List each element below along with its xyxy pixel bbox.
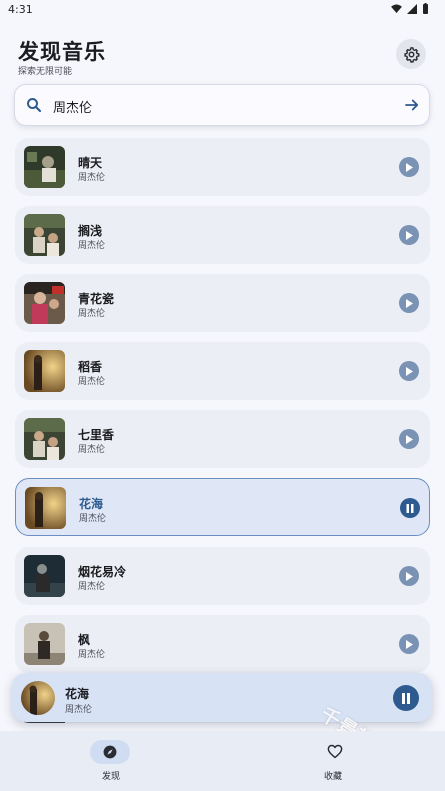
- play-button[interactable]: [399, 634, 419, 654]
- song-artist: 周杰伦: [78, 377, 106, 387]
- page-subtitle: 探索无限可能: [18, 67, 73, 77]
- song-artist: 周杰伦: [78, 650, 106, 660]
- play-icon: [406, 162, 413, 172]
- now-playing-pause-button[interactable]: [393, 685, 419, 711]
- song-item[interactable]: 晴天 周杰伦: [15, 138, 430, 196]
- album-cover: [24, 623, 65, 665]
- song-title: 花海: [79, 497, 104, 511]
- album-cover: [24, 282, 65, 324]
- heart-icon: [327, 744, 343, 759]
- nav-pill: [90, 740, 130, 764]
- song-item[interactable]: 枫 周杰伦: [15, 615, 430, 673]
- album-cover: [24, 146, 65, 188]
- battery-icon: [423, 3, 428, 14]
- now-playing-title: 花海: [65, 687, 90, 701]
- album-cover: [24, 350, 65, 392]
- song-item[interactable]: 七里香 周杰伦: [15, 410, 430, 468]
- song-title: 稻香: [78, 360, 103, 374]
- song-artist: 周杰伦: [78, 241, 106, 251]
- signal-icon: [407, 3, 417, 14]
- gear-icon: [403, 46, 420, 63]
- play-icon: [406, 298, 413, 308]
- play-button[interactable]: [399, 157, 419, 177]
- status-time: 4:31: [8, 3, 33, 16]
- play-button[interactable]: [399, 566, 419, 586]
- play-icon: [406, 571, 413, 581]
- page-title: 发现音乐: [18, 40, 106, 64]
- song-item-active[interactable]: 花海 周杰伦: [15, 478, 430, 536]
- play-icon: [406, 434, 413, 444]
- song-item[interactable]: 稻香 周杰伦: [15, 342, 430, 400]
- song-artist: 周杰伦: [78, 582, 106, 592]
- search-icon: [27, 98, 42, 113]
- song-artist: 周杰伦: [79, 514, 107, 524]
- pause-icon: [402, 692, 410, 704]
- play-icon: [406, 230, 413, 240]
- song-artist: 周杰伦: [78, 173, 106, 183]
- song-artist: 周杰伦: [78, 309, 106, 319]
- play-button[interactable]: [399, 361, 419, 381]
- search-bar[interactable]: 周杰伦: [14, 84, 430, 126]
- nav-item-discover[interactable]: 发现: [0, 731, 222, 791]
- status-icons: [391, 3, 429, 14]
- song-item[interactable]: 青花瓷 周杰伦: [15, 274, 430, 332]
- now-playing-cover: [21, 681, 55, 715]
- album-cover: [24, 418, 65, 460]
- song-title: 晴天: [78, 156, 103, 170]
- album-cover: [24, 555, 65, 597]
- song-artist: 周杰伦: [78, 445, 106, 455]
- song-item[interactable]: 搁浅 周杰伦: [15, 206, 430, 264]
- play-icon: [406, 366, 413, 376]
- play-icon: [406, 639, 413, 649]
- pause-button[interactable]: [400, 498, 420, 518]
- compass-icon: [103, 745, 117, 759]
- play-button[interactable]: [399, 293, 419, 313]
- now-playing-artist: 周杰伦: [65, 705, 93, 715]
- album-cover: [24, 214, 65, 256]
- status-bar: 4:31: [0, 0, 445, 18]
- nav-label: 收藏: [323, 772, 342, 782]
- now-playing-bar[interactable]: 花海 周杰伦: [12, 673, 432, 722]
- play-button[interactable]: [399, 429, 419, 449]
- wifi-icon: [391, 4, 402, 13]
- song-title: 搁浅: [78, 224, 103, 238]
- settings-button[interactable]: [396, 39, 426, 69]
- search-input[interactable]: 周杰伦: [53, 97, 92, 116]
- song-title: 青花瓷: [78, 292, 115, 306]
- play-button[interactable]: [399, 225, 419, 245]
- song-title: 烟花易冷: [78, 565, 127, 579]
- bottom-nav: 发现 收藏: [0, 731, 445, 791]
- pause-icon: [406, 503, 414, 513]
- song-title: 七里香: [78, 428, 115, 442]
- nav-label: 发现: [101, 772, 120, 782]
- nav-item-favorites[interactable]: 收藏: [222, 731, 444, 791]
- album-cover: [25, 487, 66, 529]
- song-title: 枫: [78, 633, 91, 647]
- arrow-right-icon[interactable]: [403, 96, 421, 114]
- song-item[interactable]: 烟花易冷 周杰伦: [15, 547, 430, 605]
